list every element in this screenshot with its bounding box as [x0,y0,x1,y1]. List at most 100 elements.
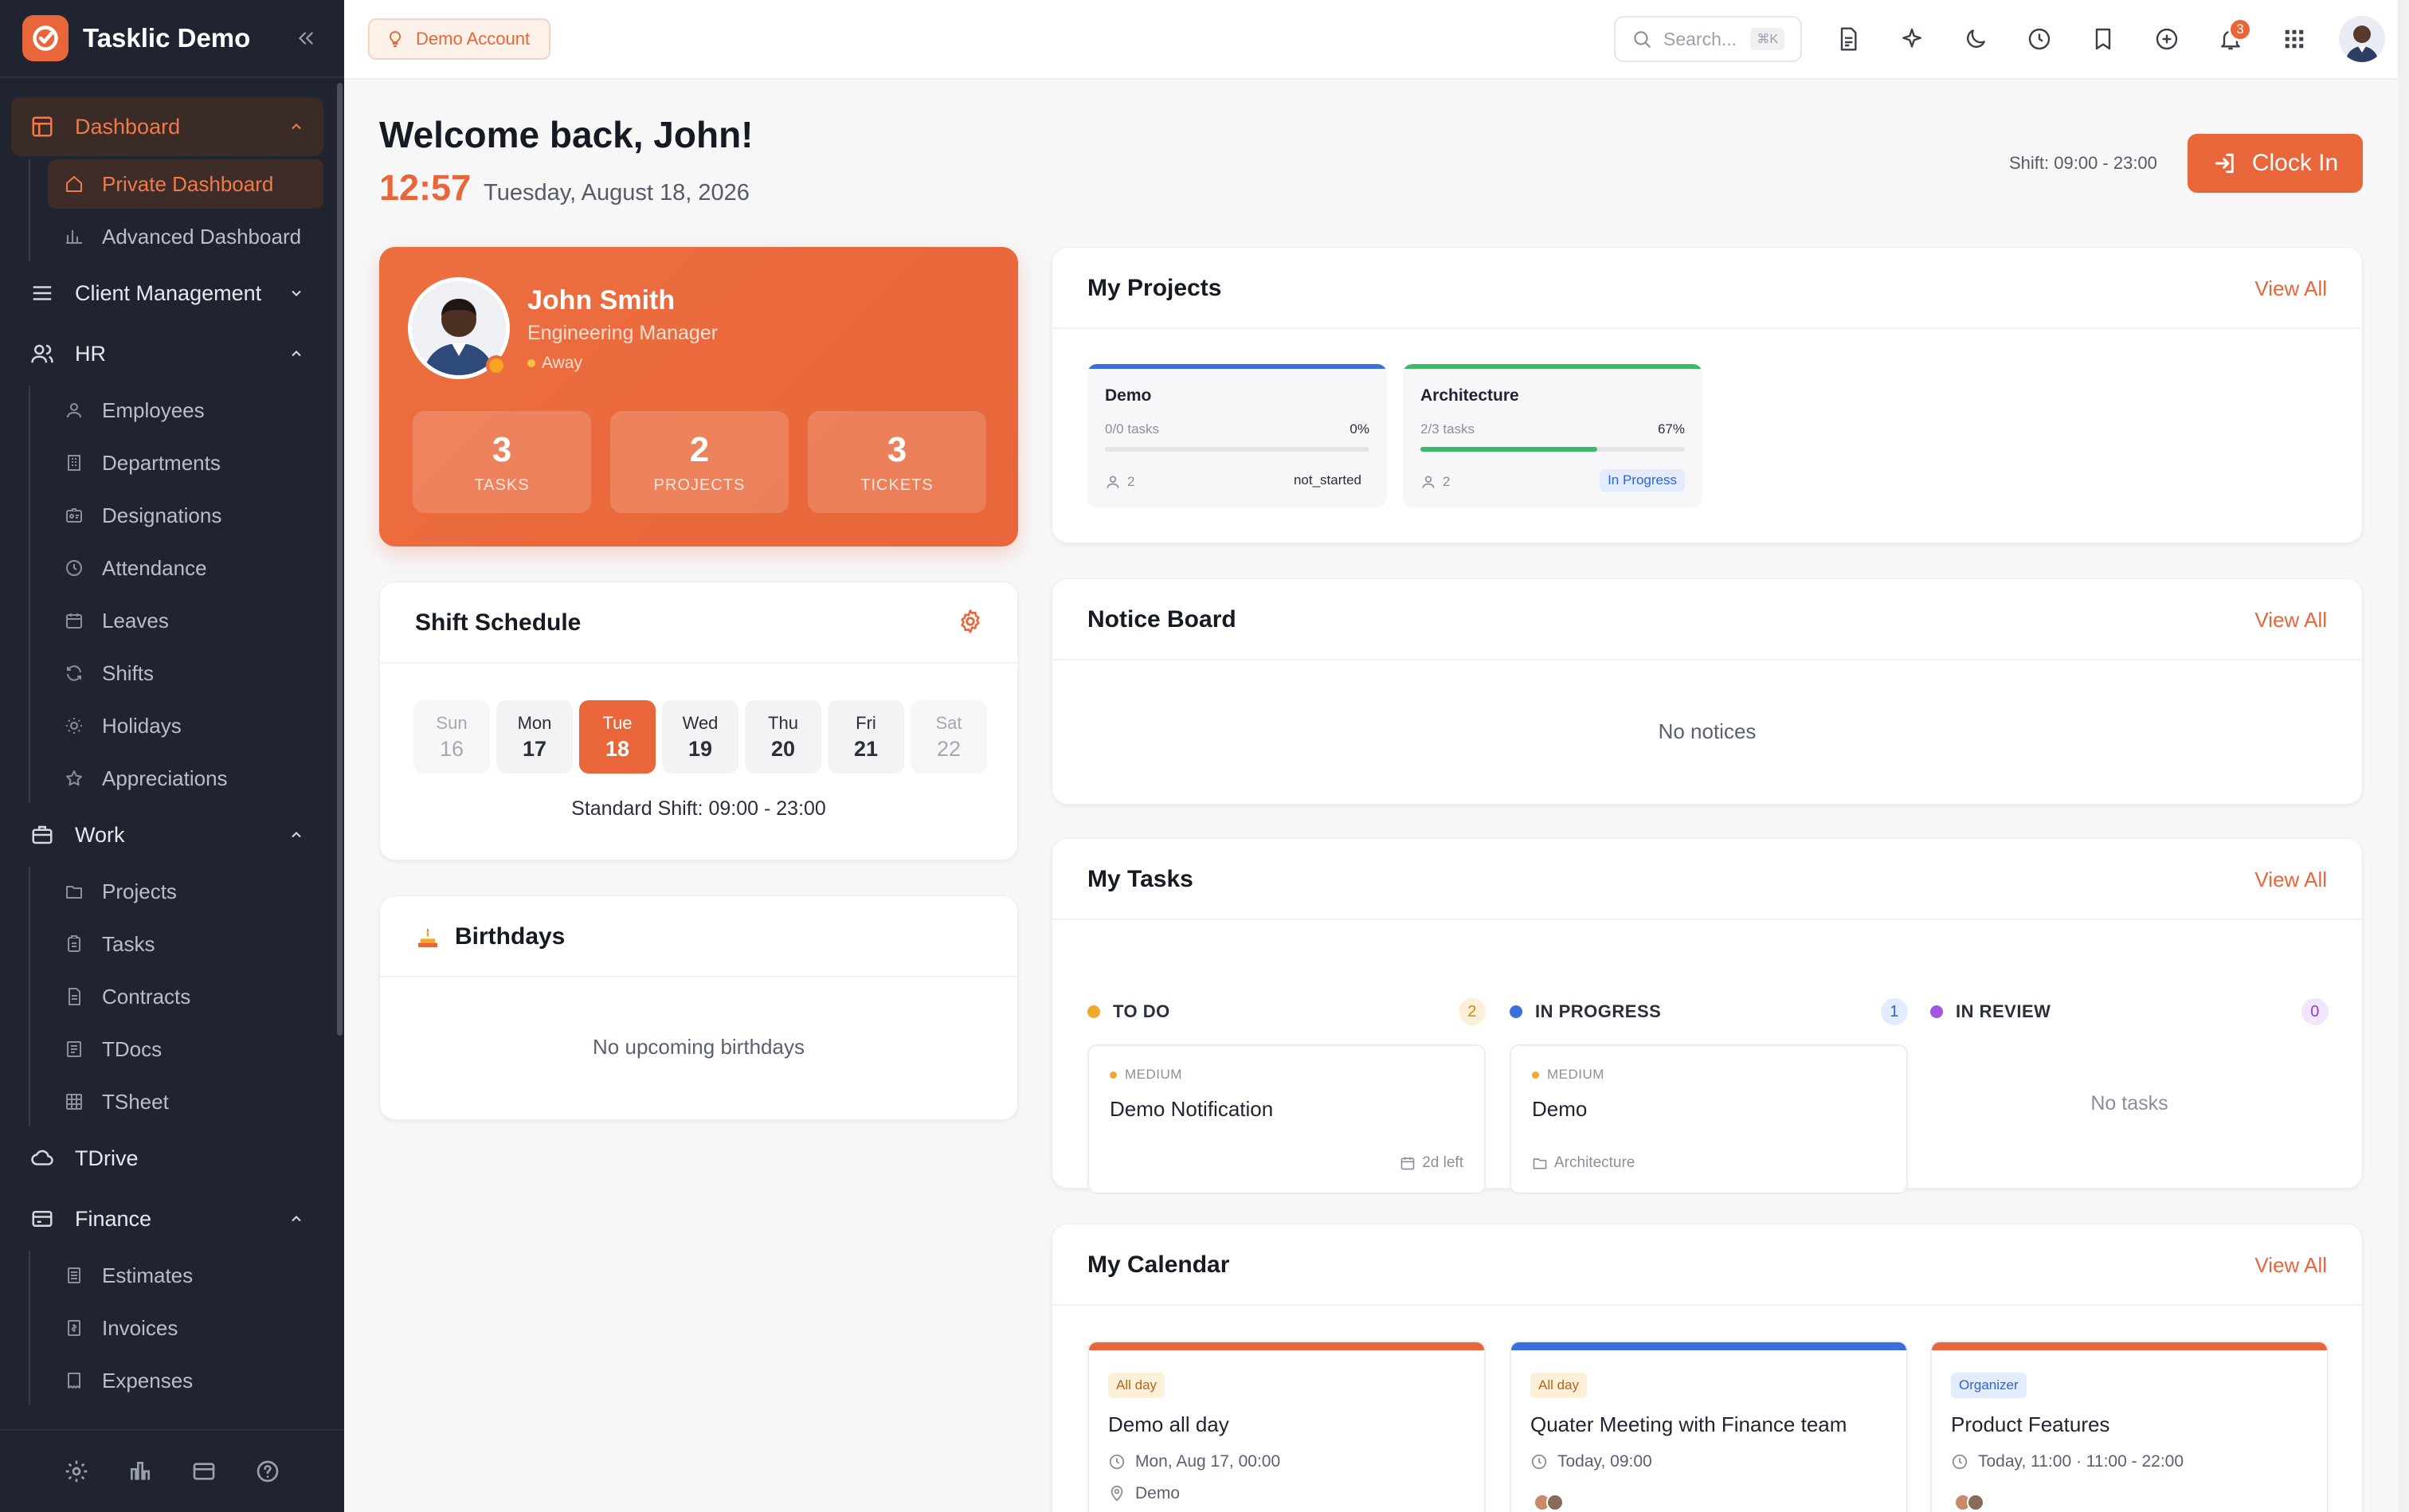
day-sun[interactable]: Sun 16 [413,700,490,774]
status-label: Away [542,354,582,372]
sidebar-group-client-management[interactable]: Client Management [11,264,323,322]
chevron-up-icon [285,1208,307,1230]
sidebar-group-label: TDrive [75,1146,139,1170]
sidebar-group-tdrive[interactable]: TDrive [11,1130,323,1187]
notes-icon[interactable] [1825,16,1871,62]
task-card[interactable]: MEDIUM Demo Notification 2d left [1087,1044,1486,1194]
project-members: 2 [1105,474,1134,490]
bookmark-icon[interactable] [2080,16,2126,62]
day-sat[interactable]: Sat 22 [911,700,987,774]
calendar-event-card[interactable]: Organizer Product Features Today, 11:00 … [1930,1341,2329,1512]
day-fri[interactable]: Fri 21 [828,700,904,774]
sidebar-item-label: Appreciations [102,766,228,790]
help-icon[interactable] [252,1455,284,1487]
day-thu[interactable]: Thu 20 [745,700,821,774]
sidebar-item-advanced-dashboard[interactable]: Advanced Dashboard [48,212,323,261]
project-members: 2 [1420,474,1450,490]
tasks-view-all-link[interactable]: View All [2254,868,2327,892]
sidebar-item-estimates[interactable]: Estimates [48,1251,323,1300]
dark-mode-moon-icon[interactable] [1953,16,1999,62]
home-icon [64,174,84,194]
day-date: 16 [439,736,464,761]
shift-settings-gear-icon[interactable] [957,608,984,639]
attendee-avatar [1546,1494,1564,1511]
members-icon [1422,476,1435,488]
day-wed[interactable]: Wed 19 [662,700,738,774]
clock-history-icon[interactable] [2016,16,2062,62]
app-name: Tasklic Demo [83,23,251,53]
calendar-event-card[interactable]: All day Demo all day Mon, Aug 17, 00:00 … [1087,1341,1486,1512]
sidebar-item-leaves[interactable]: Leaves [48,596,323,645]
sidebar-item-expenses[interactable]: Expenses [48,1356,323,1405]
sidebar-item-private-dashboard[interactable]: Private Dashboard [48,159,323,209]
event-attendees [1954,1494,1984,1511]
sidebar-group-dashboard[interactable]: Dashboard [11,97,323,156]
column-color-dot [1087,1005,1100,1018]
stat-tasks[interactable]: 3 TASKS [413,411,591,513]
calendar-view-all-link[interactable]: View All [2254,1253,2327,1278]
user-avatar[interactable] [2339,16,2385,62]
members-count: 2 [1443,474,1451,489]
stat-tickets[interactable]: 3 TICKETS [808,411,986,513]
current-date: Tuesday, August 18, 2026 [484,180,750,206]
stat-projects[interactable]: 2 PROJECTS [610,411,789,513]
day-mon[interactable]: Mon 17 [496,700,573,774]
notifications-bell-icon[interactable]: 3 [2207,16,2254,62]
sidebar-item-tdocs[interactable]: TDocs [48,1024,323,1074]
task-priority: MEDIUM [1110,1067,1182,1083]
day-date: 22 [936,736,962,761]
sidebar-nav: Dashboard Private Dashboard Advanced Das… [0,78,335,1429]
task-project: Architecture [1532,1154,1635,1172]
projects-view-all-link[interactable]: View All [2254,276,2327,301]
sidebar-work-submenu: Projects Tasks Contracts TDocs TSheet [29,867,323,1126]
sidebar-item-invoices[interactable]: Invoices [48,1303,323,1353]
sidebar-item-appreciations[interactable]: Appreciations [48,754,323,803]
sparkle-ai-icon[interactable] [1889,16,1935,62]
sidebar-item-holidays[interactable]: Holidays [48,701,323,750]
sidebar-item-attendance[interactable]: Attendance [48,543,323,593]
page-scrollbar[interactable] [2398,0,2409,1512]
app-logo-icon[interactable] [22,15,69,61]
sidebar-group-hr[interactable]: HR [11,325,323,382]
sidebar-item-label: Contracts [102,984,191,1009]
login-icon [2212,151,2238,176]
add-circle-icon[interactable] [2144,16,2190,62]
notices-view-all-link[interactable]: View All [2254,608,2327,633]
sidebar-group-finance[interactable]: Finance [11,1190,323,1248]
document-icon [64,1039,84,1060]
sidebar-item-shifts[interactable]: Shifts [48,648,323,698]
project-card-demo[interactable]: Demo 0/0 tasks 0% 2 not_started [1087,364,1387,507]
sidebar-item-tasks[interactable]: Tasks [48,919,323,969]
profile-status: Away [527,354,582,373]
stat-label: TASKS [474,476,530,494]
apps-grid-icon[interactable] [2271,16,2317,62]
profile-role: Engineering Manager [527,322,719,344]
week-days: Sun 16 Mon 17 Tue 18 Wed 19 Thu 20 Fri 21 Sat 2… [413,700,987,774]
event-color-bar [1511,1342,1906,1350]
task-name: Demo [1532,1097,1588,1121]
sidebar-item-designations[interactable]: Designations [48,491,323,540]
day-tue-today[interactable]: Tue 18 [579,700,656,774]
billing-icon[interactable] [188,1455,220,1487]
members-icon [1107,476,1119,488]
search-input[interactable]: Search... ⌘K [1614,16,1802,62]
settings-icon[interactable] [61,1455,92,1487]
event-time: Today, 11:00 · 11:00 - 22:00 [1951,1452,2184,1471]
calendar-event-card[interactable]: All day Quater Meeting with Finance team… [1510,1341,1908,1512]
sidebar-group-work[interactable]: Work [11,806,323,864]
sidebar-item-contracts[interactable]: Contracts [48,972,323,1021]
analytics-icon[interactable] [124,1455,156,1487]
event-location-label: Demo [1135,1484,1181,1502]
card-divider [1052,919,2362,920]
sidebar-item-departments[interactable]: Departments [48,438,323,488]
search-shortcut: ⌘K [1750,28,1784,50]
collapse-sidebar-icon[interactable] [290,22,322,54]
clock-in-button[interactable]: Clock In [2188,134,2363,193]
sidebar-scrollbar[interactable] [337,83,343,1036]
sidebar-item-projects[interactable]: Projects [48,867,323,916]
sidebar-item-employees[interactable]: Employees [48,386,323,435]
task-card[interactable]: MEDIUM Demo Architecture [1510,1044,1908,1194]
demo-account-badge[interactable]: Demo Account [368,18,551,60]
sidebar-item-tsheet[interactable]: TSheet [48,1077,323,1126]
project-card-architecture[interactable]: Architecture 2/3 tasks 67% 2 In Progress [1403,364,1702,507]
